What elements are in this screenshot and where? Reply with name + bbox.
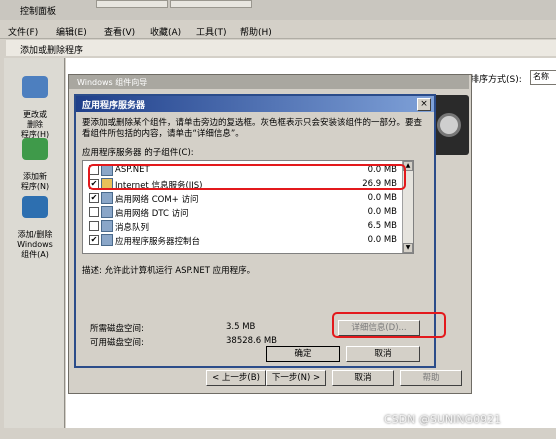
ok-button[interactable]: 确定 xyxy=(266,346,340,362)
sort-label: 排序方式(S): xyxy=(470,75,522,85)
required-space-value: 3.5 MB xyxy=(226,322,256,332)
sort-select[interactable]: 名称 xyxy=(530,70,556,85)
back-button[interactable]: < 上一步(B) xyxy=(206,370,266,386)
app-title: 添加或删除程序 xyxy=(20,46,84,56)
menu-bar: 文件(F) 编辑(E) 查看(V) 收藏(A) 工具(T) 帮助(H) xyxy=(0,22,556,39)
checkbox[interactable] xyxy=(89,207,99,217)
list-item[interactable]: 启用网络 DTC 访问 0.0 MB xyxy=(83,205,403,219)
highlight-iis xyxy=(88,164,406,190)
top-tab[interactable] xyxy=(170,0,252,8)
component-description: 描述: 允许此计算机运行 ASP.NET 应用程序。 xyxy=(82,266,256,276)
window-titlebar: 控制面板 xyxy=(0,0,556,20)
menu-favorites[interactable]: 收藏(A) xyxy=(150,25,181,38)
available-space-label: 可用磁盘空间: xyxy=(90,338,144,348)
checkbox[interactable] xyxy=(89,221,99,231)
list-item[interactable]: 消息队列 6.5 MB xyxy=(83,219,403,233)
menu-view[interactable]: 查看(V) xyxy=(104,25,135,38)
subcomponents-label: 应用程序服务器 的子组件(C): xyxy=(82,148,194,158)
close-button[interactable]: × xyxy=(417,98,431,111)
dialog-title: 应用程序服务器 xyxy=(82,101,146,111)
highlight-details xyxy=(332,312,446,338)
sidebar-item-windows-components[interactable]: 添加/删除 Windows 组件(A) xyxy=(8,186,62,260)
component-icon xyxy=(101,206,113,218)
checkbox[interactable]: ✔ xyxy=(89,193,99,203)
checkbox[interactable]: ✔ xyxy=(89,235,99,245)
top-tab[interactable] xyxy=(96,0,168,8)
component-icon xyxy=(101,234,113,246)
watermark: CSDN @SUNING0921 xyxy=(384,413,502,426)
scroll-down-icon[interactable]: ▼ xyxy=(403,243,413,253)
windows-components-icon xyxy=(22,196,48,218)
sidebar-item-add-new[interactable]: 添加新 程序(N) xyxy=(8,128,62,192)
menu-edit[interactable]: 编辑(E) xyxy=(56,25,87,38)
menu-help[interactable]: 帮助(H) xyxy=(240,25,272,38)
add-program-icon xyxy=(22,138,48,160)
required-space-label: 所需磁盘空间: xyxy=(90,324,144,334)
next-button[interactable]: 下一步(N) > xyxy=(266,370,326,386)
help-button[interactable]: 帮助 xyxy=(400,370,462,386)
wizard-title: Windows 组件向导 xyxy=(77,78,148,87)
component-icon xyxy=(101,192,113,204)
menu-tools[interactable]: 工具(T) xyxy=(196,25,227,38)
list-item[interactable]: ✔ 启用网络 COM+ 访问 0.0 MB xyxy=(83,191,403,205)
list-item[interactable]: ✔ 应用程序服务器控制台 0.0 MB xyxy=(83,233,403,247)
programs-icon xyxy=(22,76,48,98)
app-titlebar: 添加或删除程序 xyxy=(6,40,556,56)
menu-file[interactable]: 文件(F) xyxy=(8,25,38,38)
dialog-titlebar: 应用程序服务器 × xyxy=(76,96,434,112)
sidebar: 更改或 删除 程序(H) 添加新 程序(N) 添加/删除 Windows 组件(… xyxy=(4,58,65,428)
wizard-cancel-button[interactable]: 取消 xyxy=(332,370,394,386)
sidebar-item-label: 添加/删除 Windows 组件(A) xyxy=(17,230,53,259)
dialog-description: 要添加或删除某个组件，请单击旁边的复选框。灰色框表示只会安装该组件的一部分。要查… xyxy=(82,118,423,139)
wizard-titlebar: Windows 组件向导 xyxy=(69,75,469,89)
window-title: 控制面板 xyxy=(20,7,57,17)
available-space-value: 38528.6 MB xyxy=(226,336,278,346)
cancel-button[interactable]: 取消 xyxy=(346,346,420,362)
bottom-strip xyxy=(0,428,556,439)
component-icon xyxy=(101,220,113,232)
